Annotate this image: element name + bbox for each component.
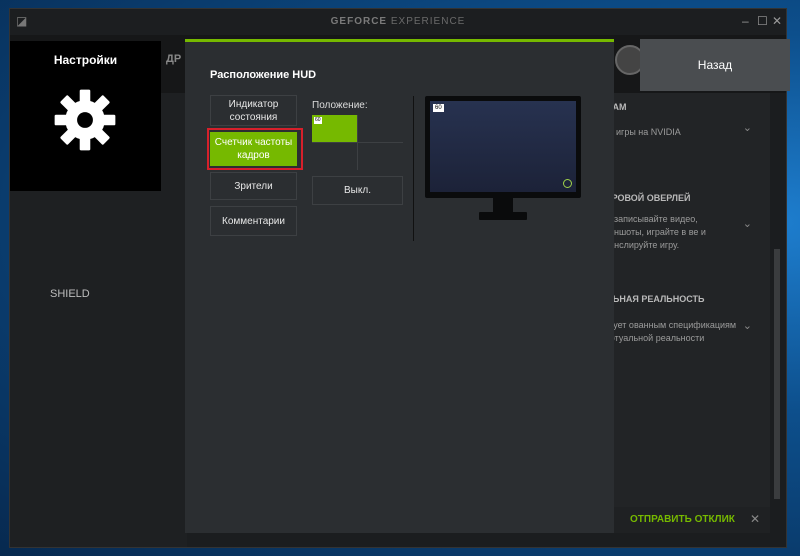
hud-layout-panel: Расположение HUD Индикатор состояния Сче… bbox=[185, 39, 614, 533]
monitor-fps-badge: 60 bbox=[433, 104, 444, 112]
section-gamestream: REAM уте игры на NVIDIA bbox=[600, 101, 760, 139]
off-button[interactable]: Выкл. bbox=[312, 176, 403, 205]
gear-icon bbox=[54, 89, 116, 151]
title-bar: ◪ GEFORCE EXPERIENCE – ☐ ✕ bbox=[10, 9, 786, 35]
option-viewers[interactable]: Зрители bbox=[210, 172, 297, 200]
position-top-left[interactable]: 60 bbox=[312, 115, 357, 142]
fps-preview-badge: 60 bbox=[314, 117, 322, 124]
scrollbar[interactable] bbox=[774, 249, 780, 499]
nvidia-indicator-icon bbox=[563, 179, 572, 188]
section-text: ью записывайте видео, криншоты, играйте … bbox=[600, 214, 706, 250]
send-feedback-link[interactable]: ОТПРАВИТЬ ОТКЛИК bbox=[630, 514, 735, 525]
chevron-down-icon[interactable]: ⌄ bbox=[743, 121, 752, 134]
monitor-neck bbox=[493, 198, 513, 212]
section-subheading: ЭО bbox=[600, 306, 760, 319]
sidebar-item-shield[interactable]: SHIELD bbox=[50, 288, 90, 300]
hud-title: Расположение HUD bbox=[210, 69, 317, 81]
section-heading: ИГРОВОЙ ОВЕРЛЕЙ bbox=[600, 193, 691, 203]
section-vr: АЛЬНАЯ РЕАЛЬНОСТЬ ЭО ствует ованным спец… bbox=[600, 293, 760, 345]
position-label: Положение: bbox=[312, 100, 368, 111]
accent-bar bbox=[185, 39, 614, 42]
app-title: GEFORCE EXPERIENCE bbox=[10, 16, 786, 27]
monitor-frame: 60 bbox=[425, 96, 581, 198]
feedback-bar: ОТПРАВИТЬ ОТКЛИК ✕ bbox=[600, 507, 770, 533]
feedback-close-icon[interactable]: ✕ bbox=[750, 512, 760, 526]
section-text: уте игры на NVIDIA bbox=[600, 127, 681, 137]
nav-tab-drivers[interactable]: ДР bbox=[166, 53, 181, 65]
settings-tile: Настройки bbox=[10, 41, 161, 191]
minimize-button[interactable]: – bbox=[742, 14, 749, 28]
maximize-button[interactable]: ☐ bbox=[757, 14, 768, 28]
chevron-down-icon[interactable]: ⌄ bbox=[743, 217, 752, 230]
section-heading: АЛЬНАЯ РЕАЛЬНОСТЬ bbox=[600, 294, 705, 304]
section-heading: REAM bbox=[600, 101, 760, 114]
app-title-light: EXPERIENCE bbox=[390, 16, 466, 27]
monitor-screen: 60 bbox=[430, 101, 576, 192]
settings-title: Настройки bbox=[53, 53, 118, 67]
section-ingame-overlay: ИГРОВОЙ ОВЕРЛЕЙ ью записывайте видео, кр… bbox=[600, 192, 760, 252]
chevron-down-icon[interactable]: ⌄ bbox=[743, 319, 752, 332]
monitor-base bbox=[479, 212, 527, 220]
position-top-right[interactable] bbox=[358, 115, 403, 142]
option-label: Зрители bbox=[234, 180, 273, 192]
option-comments[interactable]: Комментарии bbox=[210, 206, 297, 236]
section-text: ствует ованным спецификациям виртуальной… bbox=[600, 320, 737, 343]
option-label: Счетчик частоты кадров bbox=[214, 137, 293, 161]
option-label: Комментарии bbox=[222, 215, 285, 227]
monitor-preview: 60 bbox=[425, 96, 581, 226]
app-title-bold: GEFORCE bbox=[330, 16, 388, 27]
option-fps-counter[interactable]: Счетчик частоты кадров bbox=[210, 132, 297, 166]
divider bbox=[413, 96, 414, 241]
back-button[interactable]: Назад bbox=[640, 39, 790, 91]
position-grid: 60 bbox=[312, 115, 403, 170]
option-status-indicator[interactable]: Индикатор состояния bbox=[210, 95, 297, 126]
option-label: Индикатор состояния bbox=[228, 98, 279, 123]
close-button[interactable]: ✕ bbox=[772, 14, 782, 28]
position-bottom-right[interactable] bbox=[358, 143, 403, 170]
position-bottom-left[interactable] bbox=[312, 143, 357, 170]
background-settings-content: REAM уте игры на NVIDIA ⌄ ИГРОВОЙ ОВЕРЛЕ… bbox=[600, 93, 770, 508]
